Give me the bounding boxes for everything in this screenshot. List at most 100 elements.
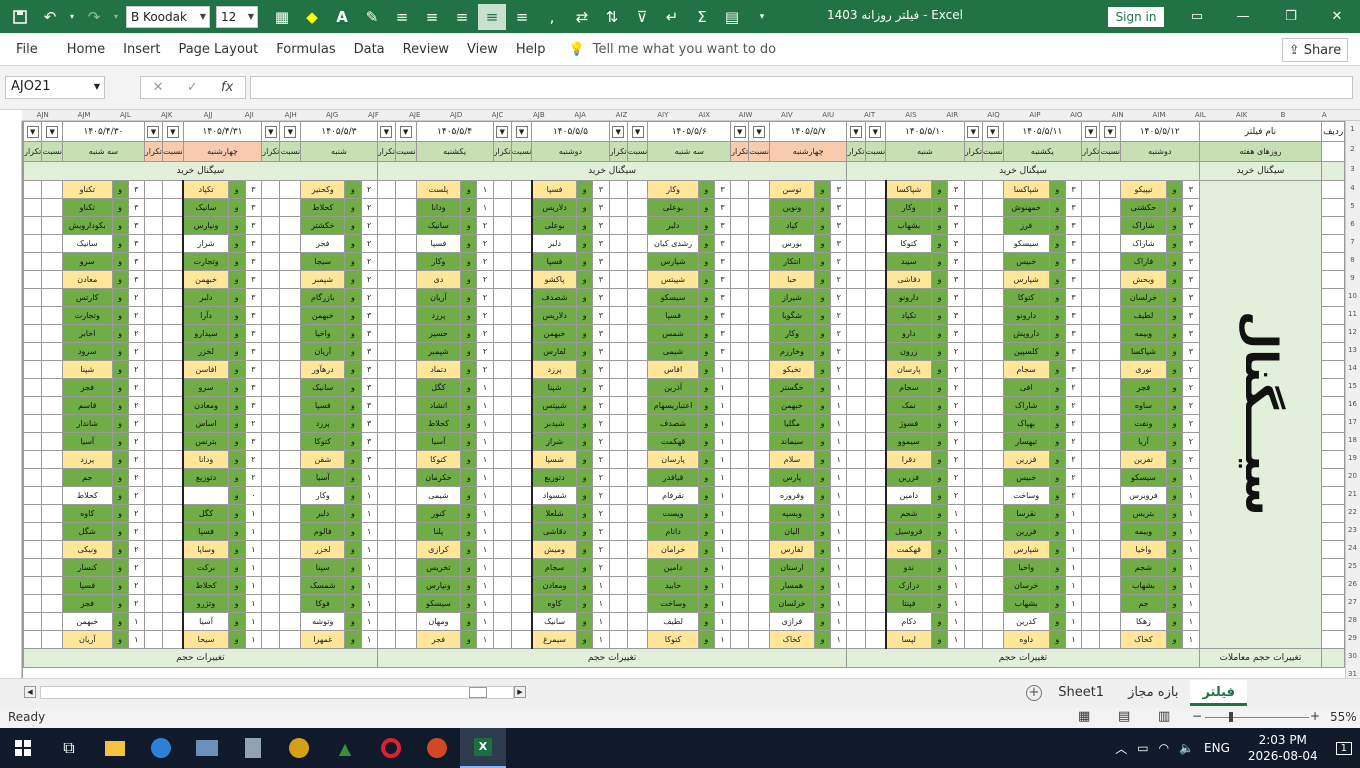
file-explorer-icon[interactable] xyxy=(92,728,138,768)
symbol-cell[interactable]: شسپا xyxy=(530,450,578,469)
row-header[interactable]: 15 xyxy=(1345,382,1360,390)
column-header[interactable]: AIX xyxy=(684,110,725,121)
align-middle-icon[interactable]: ≡ xyxy=(478,3,506,30)
chevron-down-icon[interactable]: ▼ xyxy=(26,125,39,138)
symbol-cell[interactable]: شمس xyxy=(647,324,699,343)
zoom-level[interactable]: 55% xyxy=(1330,710,1357,724)
symbol-cell[interactable]: سجام xyxy=(884,378,932,397)
symbol-cell[interactable]: بترنس xyxy=(182,432,229,451)
symbol-cell[interactable]: سیمرغ xyxy=(530,630,578,649)
symbol-cell[interactable]: سیسکو xyxy=(415,594,462,613)
symbol-cell[interactable]: ونیکی xyxy=(62,540,113,559)
symbol-cell[interactable]: دارونو xyxy=(1002,306,1050,325)
symbol-cell[interactable]: شیپتس xyxy=(530,396,578,415)
windows-start-icon[interactable] xyxy=(0,728,46,768)
symbol-cell[interactable]: ودانا xyxy=(182,450,229,469)
undo-icon[interactable]: ↶ xyxy=(36,4,64,30)
symbol-cell[interactable]: اساس xyxy=(182,414,229,433)
symbol-cell[interactable]: تکپاد xyxy=(884,306,932,325)
symbol-cell[interactable]: پارس xyxy=(768,468,816,487)
symbol-cell[interactable]: خبهمن xyxy=(182,270,229,289)
symbol-cell[interactable]: بشهاب xyxy=(884,216,932,235)
symbol-cell[interactable]: قیافدر xyxy=(647,468,699,487)
symbol-cell[interactable]: فروسیل xyxy=(884,522,932,541)
format-painter-icon[interactable]: ✎ xyxy=(358,4,386,30)
tab-page-layout[interactable]: Page Layout xyxy=(169,33,267,66)
symbol-cell[interactable]: شپارس xyxy=(647,252,699,271)
symbol-cell[interactable]: رشدی کیان xyxy=(647,234,699,253)
symbol-cell[interactable]: تیپیکو xyxy=(1119,180,1167,199)
symbol-cell[interactable]: قاسم xyxy=(62,396,113,415)
symbol-cell[interactable]: فجر xyxy=(62,594,113,613)
symbol-cell[interactable]: واخیا xyxy=(300,324,346,343)
symbol-cell[interactable]: کخاک xyxy=(768,630,816,649)
row-header[interactable]: 23 xyxy=(1345,526,1360,534)
symbol-cell[interactable]: شپارس xyxy=(1002,540,1050,559)
row-header[interactable]: 12 xyxy=(1345,328,1360,336)
symbol-cell[interactable]: پرزد xyxy=(530,360,578,379)
tab-file[interactable]: File xyxy=(0,33,58,66)
symbol-cell[interactable]: داوه xyxy=(1002,630,1050,649)
row-header[interactable]: 25 xyxy=(1345,562,1360,570)
chevron-down-icon[interactable]: ▼ xyxy=(753,125,766,138)
row-header[interactable]: 5 xyxy=(1345,202,1360,210)
symbol-cell[interactable]: پارسان xyxy=(884,360,932,379)
symbol-cell[interactable]: قهکمت xyxy=(647,432,699,451)
chevron-down-icon[interactable]: ▼ xyxy=(284,125,297,138)
column-header[interactable]: AJL xyxy=(105,110,146,121)
filter-dropdown[interactable]: ▼ xyxy=(608,121,628,142)
symbol-cell[interactable]: ندو xyxy=(884,558,932,577)
page-layout-view-icon[interactable]: ▤ xyxy=(1118,709,1130,724)
symbol-cell[interactable]: همسار xyxy=(768,576,816,595)
symbol-cell[interactable]: واخیا xyxy=(1119,540,1167,559)
column-header[interactable]: AIS xyxy=(890,110,931,121)
symbol-cell[interactable]: وبیمه xyxy=(1119,522,1167,541)
filter-dropdown[interactable]: ▼ xyxy=(846,121,866,142)
symbol-cell[interactable]: فسپا xyxy=(415,234,462,253)
wifi-icon[interactable]: ◠ xyxy=(1159,741,1169,755)
undo-dropdown-icon[interactable]: ▾ xyxy=(66,4,78,30)
column-header[interactable]: AJE xyxy=(394,110,435,121)
row-header[interactable]: 6 xyxy=(1345,220,1360,228)
symbol-cell[interactable]: سیدارو xyxy=(182,324,229,343)
symbol-cell[interactable]: تکناو xyxy=(62,180,113,199)
symbol-cell[interactable]: وفروزه xyxy=(768,486,816,505)
symbol-cell[interactable]: فسپا xyxy=(647,306,699,325)
column-header[interactable]: B xyxy=(1262,110,1303,121)
symbol-cell[interactable]: ونپارس xyxy=(415,576,462,595)
symbol-cell[interactable]: شگل xyxy=(62,522,113,541)
symbol-cell[interactable]: خرلسان xyxy=(1119,288,1167,307)
date-cell[interactable]: ۱۴۰۵/۴/۳۰ xyxy=(62,121,145,142)
symbol-cell[interactable]: فسپا xyxy=(530,252,578,271)
symbol-cell[interactable]: سانیک xyxy=(182,198,229,217)
symbol-cell[interactable]: فجر xyxy=(1119,378,1167,397)
symbol-cell[interactable]: کارتس xyxy=(62,288,113,307)
column-header[interactable]: AJM xyxy=(63,110,104,121)
symbol-cell[interactable]: شیراز xyxy=(768,288,816,307)
symbol-cell[interactable]: اعتباریسهام xyxy=(647,396,699,415)
trading-app-icon[interactable]: ▲ xyxy=(322,728,368,768)
ribbon-display-icon[interactable]: ▭ xyxy=(1174,0,1220,33)
symbol-cell[interactable]: فجر xyxy=(415,630,462,649)
row-header[interactable]: 11 xyxy=(1345,310,1360,318)
symbol-cell[interactable]: درهآور xyxy=(300,360,346,379)
column-header[interactable]: AJJ xyxy=(187,110,228,121)
finance-app-icon[interactable] xyxy=(276,728,322,768)
symbol-cell[interactable]: الیان xyxy=(768,522,816,541)
symbol-cell[interactable]: سیحا xyxy=(182,630,229,649)
name-box[interactable]: AJO21 ▼ xyxy=(5,76,105,99)
chevron-down-icon[interactable]: ▼ xyxy=(967,125,980,138)
symbol-cell[interactable]: کخاک xyxy=(1119,630,1167,649)
filter-dropdown[interactable]: ▼ xyxy=(376,121,396,142)
symbol-cell[interactable]: نمک xyxy=(884,396,932,415)
scroll-left-icon[interactable]: ◀ xyxy=(24,686,36,698)
symbol-cell[interactable]: ومهان xyxy=(415,612,462,631)
symbol-cell[interactable]: شاراک xyxy=(1119,216,1167,235)
date-cell[interactable]: ۱۴۰۵/۵/۳ xyxy=(300,121,378,142)
symbol-cell[interactable]: معادن xyxy=(62,270,113,289)
filter-dropdown[interactable]: ▼ xyxy=(492,121,512,142)
symbol-cell[interactable]: خگستر xyxy=(768,378,816,397)
symbol-cell[interactable]: نوری xyxy=(1119,360,1167,379)
symbol-cell[interactable]: جم xyxy=(62,468,113,487)
zoom-slider[interactable] xyxy=(1205,712,1309,722)
